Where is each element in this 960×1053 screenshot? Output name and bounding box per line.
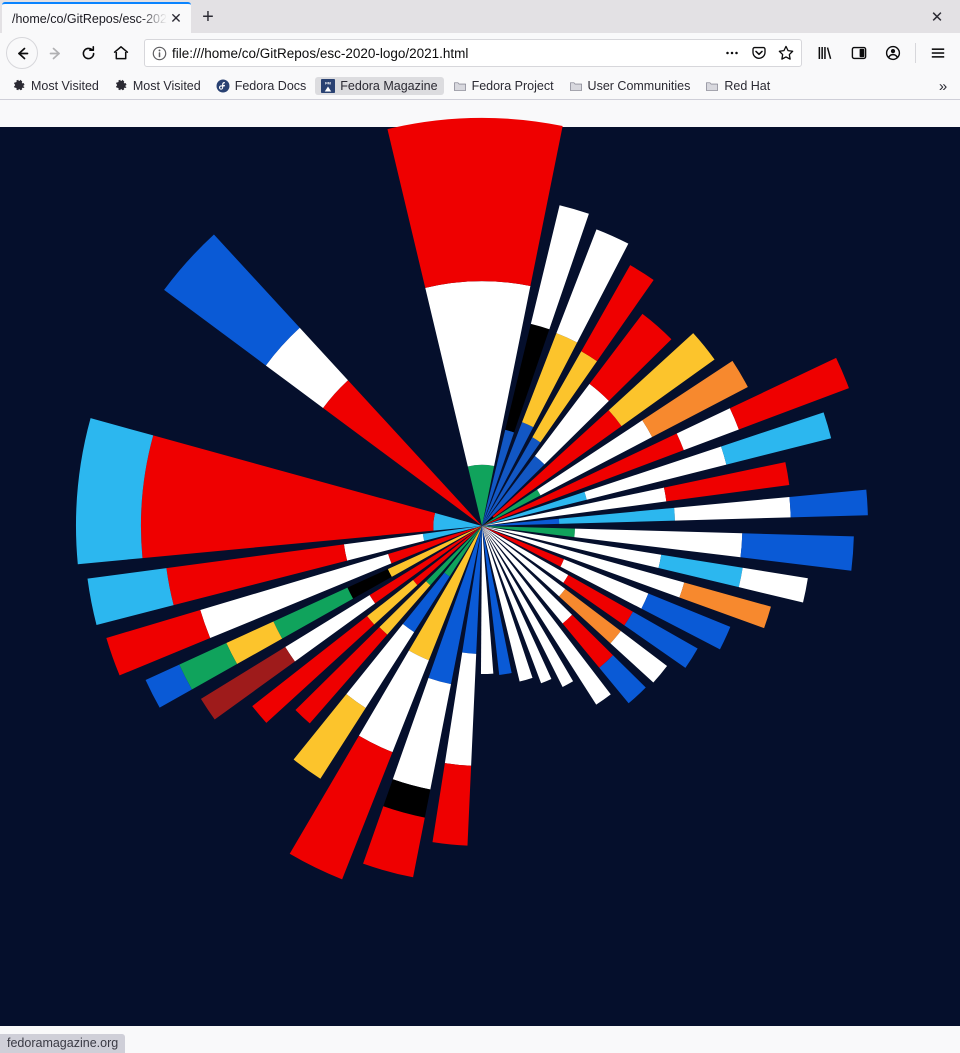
browser-window: /home/co/GitRepos/esc-202 ✕ + ✕ file:///…	[0, 0, 960, 1053]
bookmark-label: Red Hat	[724, 79, 771, 93]
bookmark-item-5[interactable]: User Communities	[563, 77, 697, 95]
sidebar-button[interactable]	[843, 37, 875, 69]
library-button[interactable]	[809, 37, 841, 69]
window-close-button[interactable]: ✕	[914, 0, 960, 33]
navigation-toolbar: file:///home/co/GitRepos/esc-2020-logo/2…	[0, 33, 960, 73]
star-icon[interactable]	[775, 42, 797, 64]
bookmark-label: Fedora Docs	[234, 79, 307, 93]
folder-icon	[453, 82, 466, 91]
bookmarks-toolbar: Most Visited Most Visited Fedora Docs FM…	[0, 73, 960, 100]
toolbar-divider	[915, 43, 916, 63]
reload-button[interactable]	[72, 37, 104, 69]
bookmark-label: Fedora Magazine	[340, 79, 438, 93]
account-button[interactable]	[877, 37, 909, 69]
bookmark-item-3[interactable]: FM Fedora Magazine	[315, 77, 444, 95]
library-icon	[818, 47, 832, 59]
hamburger-menu-icon	[931, 48, 945, 58]
url-text[interactable]: file:///home/co/GitRepos/esc-2020-logo/2…	[172, 46, 716, 61]
browser-tab[interactable]: /home/co/GitRepos/esc-202 ✕	[2, 2, 191, 33]
back-button[interactable]	[6, 37, 38, 69]
info-circle-icon[interactable]	[152, 46, 167, 61]
radial-flag-chart: ItalyEstoniaUkraineRomaniaFranceGermanyI…	[0, 118, 960, 1026]
pocket-icon[interactable]	[748, 42, 770, 64]
tab-strip: /home/co/GitRepos/esc-202 ✕ + ✕	[0, 0, 960, 33]
home-icon	[113, 46, 129, 60]
new-tab-button[interactable]: +	[191, 2, 225, 33]
bookmark-label: User Communities	[587, 79, 691, 93]
tab-close-icon[interactable]: ✕	[167, 10, 185, 28]
bookmark-item-0[interactable]: Most Visited	[6, 77, 105, 95]
svg-text:FM: FM	[325, 81, 331, 86]
bookmarks-overflow-button[interactable]: »	[932, 76, 954, 96]
bookmark-item-6[interactable]: Red Hat	[699, 77, 776, 95]
bookmark-label: Most Visited	[132, 79, 201, 93]
forward-arrow-icon	[49, 47, 60, 59]
bookmark-label: Fedora Project	[471, 79, 554, 93]
gear-icon	[14, 79, 25, 91]
forward-button[interactable]	[39, 37, 71, 69]
folder-icon	[706, 82, 719, 91]
bookmark-label: Most Visited	[31, 79, 99, 93]
bookmark-item-2[interactable]: Fedora Docs	[210, 77, 313, 95]
toolbar-actions	[809, 37, 954, 69]
tab-title: /home/co/GitRepos/esc-202	[12, 11, 167, 26]
ellipsis-icon[interactable]	[721, 42, 743, 64]
back-arrow-icon	[17, 47, 28, 59]
account-icon	[885, 45, 901, 61]
url-bar[interactable]: file:///home/co/GitRepos/esc-2020-logo/2…	[144, 39, 802, 67]
sidebar-icon	[851, 46, 867, 60]
gear-icon	[115, 79, 127, 91]
app-menu-button[interactable]	[922, 37, 954, 69]
reload-icon	[82, 45, 94, 59]
fedora-magazine-icon: FM	[321, 79, 336, 93]
status-bar: fedoramagazine.org	[0, 1034, 126, 1053]
fedora-icon	[216, 79, 230, 93]
bookmark-item-1[interactable]: Most Visited	[108, 77, 207, 95]
bookmark-item-4[interactable]: Fedora Project	[447, 77, 560, 95]
folder-icon	[569, 82, 582, 91]
page-viewport: ItalyEstoniaUkraineRomaniaFranceGermanyI…	[0, 100, 960, 1053]
home-button[interactable]	[105, 37, 137, 69]
